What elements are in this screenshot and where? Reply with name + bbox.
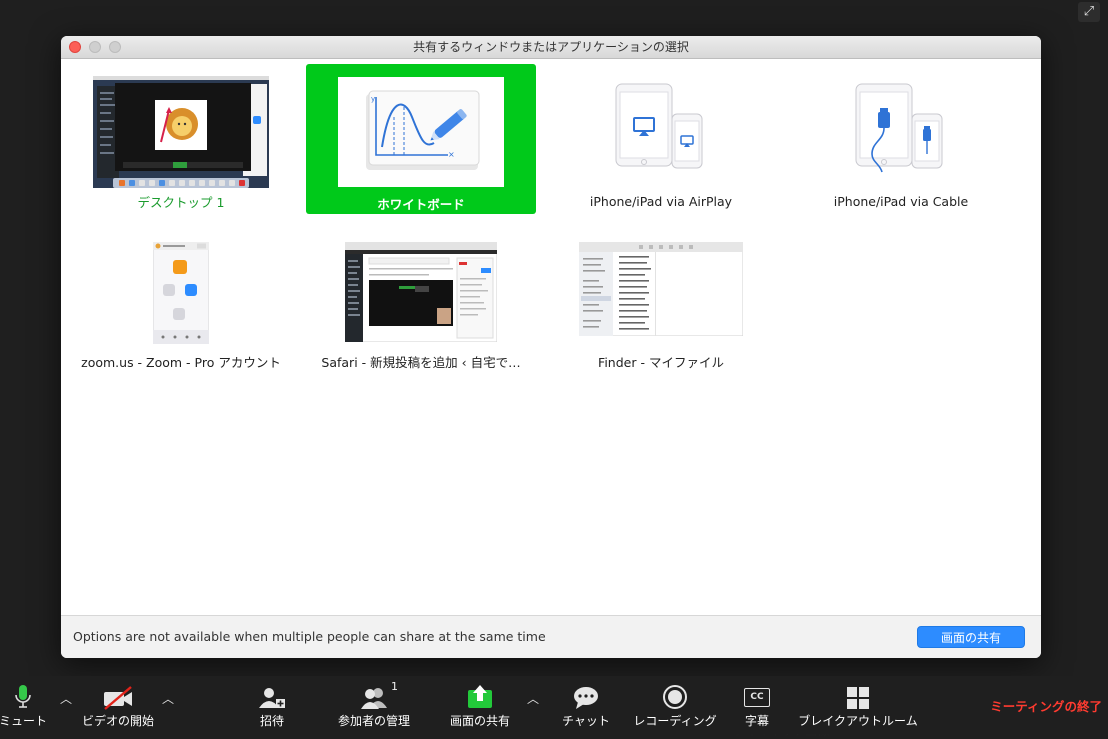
video-options-chevron-icon[interactable]: ︿	[162, 690, 174, 707]
invite-label: 招待	[259, 714, 284, 728]
chat-label: チャット	[562, 714, 610, 728]
microphone-icon	[15, 685, 31, 708]
svg-text:×: ×	[448, 150, 455, 159]
audio-options-chevron-icon[interactable]: ︿	[60, 690, 72, 707]
minimize-window-button[interactable]	[89, 41, 101, 53]
tile-label: zoom.us - Zoom - Pro アカウント	[81, 355, 281, 370]
tile-desktop-1[interactable]: デスクトップ 1	[66, 64, 296, 214]
share-options-chevron-icon[interactable]: ︿	[527, 690, 539, 707]
participants-button[interactable]: 参加者の管理	[332, 676, 416, 734]
ipad-iphone-cable-icon	[855, 83, 943, 173]
svg-text:y: y	[371, 95, 375, 103]
invite-button[interactable]: 招待	[248, 676, 296, 734]
breakout-rooms-label: ブレイクアウトルーム	[798, 714, 918, 728]
tile-airplay[interactable]: iPhone/iPad via AirPlay	[546, 64, 776, 214]
tile-label: デスクトップ 1	[137, 195, 225, 210]
zoom-window-thumbnail	[153, 242, 209, 344]
maximize-window-button[interactable]	[109, 41, 121, 53]
ipad-iphone-airplay-icon	[615, 83, 703, 169]
breakout-rooms-icon	[847, 687, 869, 709]
window-controls	[69, 41, 121, 53]
share-dialog: 共有するウィンドウまたはアプリケーションの選択 デスクトップ 1 y × ホワイ…	[61, 36, 1041, 658]
tile-label: iPhone/iPad via AirPlay	[589, 194, 733, 209]
record-icon	[663, 685, 687, 709]
cc-icon: CC	[744, 688, 770, 707]
finder-window-thumbnail	[579, 242, 743, 336]
tile-label: iPhone/iPad via Cable	[833, 194, 969, 209]
closed-caption-button[interactable]: CC 字幕	[734, 676, 780, 734]
participants-count: 1	[391, 680, 398, 693]
footer-message: Options are not available when multiple …	[73, 629, 546, 644]
participants-label: 参加者の管理	[337, 714, 410, 728]
cc-glyph: CC	[750, 692, 764, 702]
share-screen-label: 画面の共有	[449, 714, 510, 728]
dialog-title: 共有するウィンドウまたはアプリケーションの選択	[413, 40, 689, 54]
share-screen-icon	[468, 685, 492, 708]
mute-label: ミュート	[0, 714, 47, 728]
dialog-footer: Options are not available when multiple …	[61, 615, 1041, 658]
end-meeting-button[interactable]: ミーティングの終了	[990, 696, 1102, 715]
tile-label: Safari - 新規投稿を追加 ‹ 自宅で…	[321, 355, 521, 370]
closed-caption-label: 字幕	[744, 714, 769, 728]
tile-zoom-app[interactable]: zoom.us - Zoom - Pro アカウント	[66, 226, 296, 376]
tile-finder[interactable]: Finder - マイファイル	[546, 226, 776, 376]
meeting-toolbar: ミュート ︿ ビデオの開始 ︿ 招待 参加者の管理 1 画面の共有 ︿ チャット…	[0, 676, 1108, 734]
tile-cable[interactable]: iPhone/iPad via Cable	[786, 64, 1016, 214]
share-screen-button[interactable]: 画面の共有	[917, 626, 1025, 648]
tile-safari[interactable]: Safari - 新規投稿を追加 ‹ 自宅で…	[306, 226, 536, 376]
safari-window-thumbnail	[345, 242, 497, 342]
tile-label: ホワイトボード	[377, 197, 465, 212]
dialog-titlebar: 共有するウィンドウまたはアプリケーションの選択	[61, 36, 1041, 59]
video-off-icon	[104, 686, 132, 710]
fullscreen-icon[interactable]: ⤢	[1078, 2, 1100, 22]
record-button[interactable]: レコーディング	[630, 676, 720, 734]
share-screen-toolbar-button[interactable]: 画面の共有	[444, 676, 516, 734]
participants-icon	[361, 688, 387, 709]
breakout-rooms-button[interactable]: ブレイクアウトルーム	[796, 676, 920, 734]
tile-whiteboard[interactable]: y × ホワイトボード	[306, 64, 536, 214]
close-window-button[interactable]	[69, 41, 81, 53]
desktop-thumbnail	[93, 76, 269, 188]
whiteboard-icon: y ×	[338, 77, 504, 187]
add-user-icon	[259, 688, 285, 708]
chat-bubble-icon	[574, 687, 598, 709]
tile-label: Finder - マイファイル	[598, 355, 724, 370]
mute-button[interactable]: ミュート	[0, 676, 50, 734]
start-video-label: ビデオの開始	[81, 714, 154, 728]
start-video-button[interactable]: ビデオの開始	[78, 676, 158, 734]
chat-button[interactable]: チャット	[558, 676, 614, 734]
record-label: レコーディング	[633, 714, 717, 728]
